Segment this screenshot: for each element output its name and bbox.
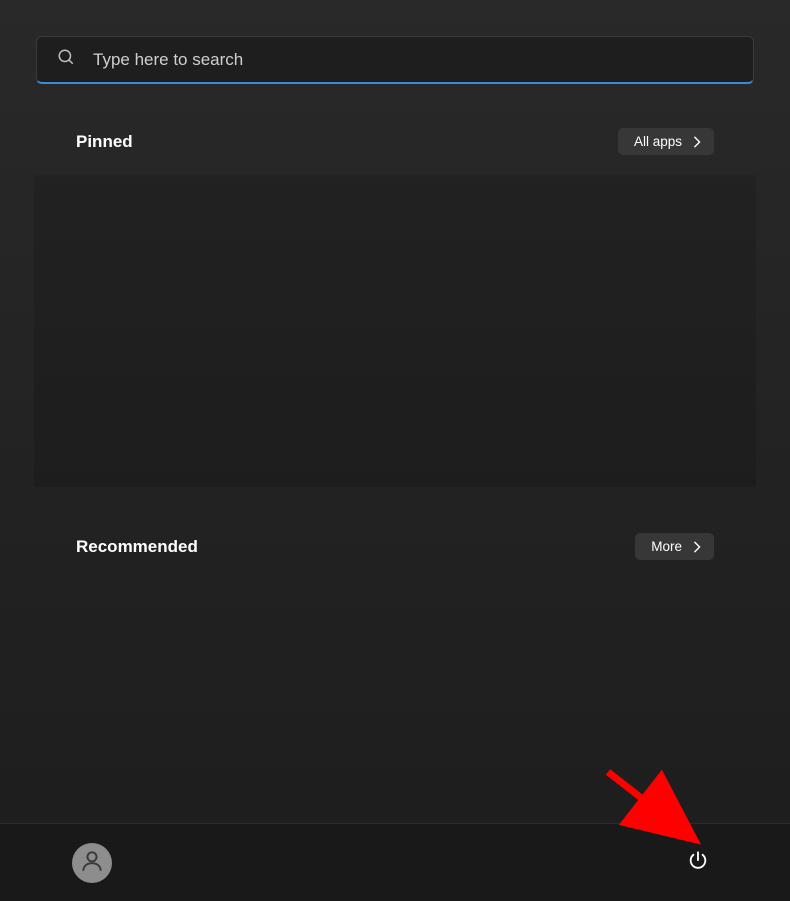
recommended-items-area [34, 580, 756, 800]
pinned-header: Pinned All apps [0, 128, 790, 155]
all-apps-button[interactable]: All apps [618, 128, 714, 155]
start-menu-footer [0, 823, 790, 901]
all-apps-label: All apps [634, 134, 682, 149]
start-menu-panel: Pinned All apps Recommended More [0, 0, 790, 823]
recommended-title: Recommended [76, 537, 198, 557]
search-box[interactable] [36, 36, 754, 84]
more-button[interactable]: More [635, 533, 714, 560]
chevron-right-icon [692, 541, 702, 553]
user-icon [79, 848, 105, 877]
search-icon [57, 48, 75, 71]
search-row [0, 36, 790, 84]
user-account-button[interactable] [72, 843, 112, 883]
recommended-header: Recommended More [0, 533, 790, 560]
more-label: More [651, 539, 682, 554]
power-button[interactable] [678, 843, 718, 883]
power-icon [687, 850, 709, 875]
search-input[interactable] [93, 50, 733, 70]
pinned-apps-area [34, 175, 756, 487]
pinned-title: Pinned [76, 132, 133, 152]
chevron-right-icon [692, 136, 702, 148]
